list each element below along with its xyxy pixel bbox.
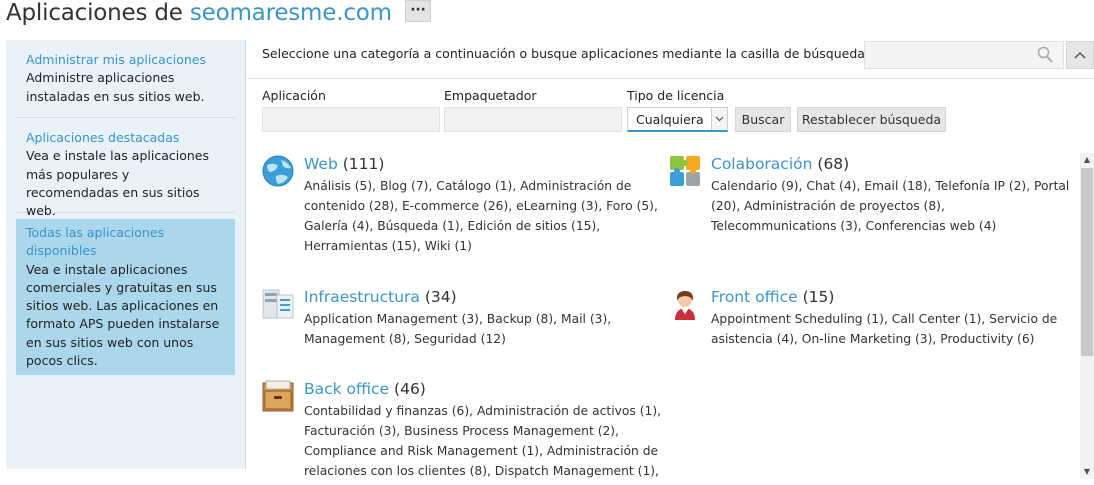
puzzle-icon <box>670 156 700 186</box>
sidebar-item-desc: Administre aplicaciones instaladas en su… <box>26 70 205 104</box>
application-input[interactable] <box>262 107 440 132</box>
sidebar-item-link[interactable]: Todas las aplicaciones disponibles <box>26 224 225 261</box>
vertical-scrollbar[interactable]: ▲ ▼ <box>1080 153 1094 479</box>
category-title[interactable]: Web (111) <box>304 154 664 174</box>
sidebar-item-manage-apps[interactable]: Administrar mis aplicaciones Administre … <box>16 51 235 118</box>
category-collaboration: Colaboración (68) Calendario (9), Chat (… <box>670 154 1071 236</box>
category-back-office: Back office (46) Contabilidad y finanzas… <box>262 379 664 481</box>
search-input[interactable] <box>864 41 1064 69</box>
category-title[interactable]: Front office (15) <box>711 287 1071 307</box>
divider <box>247 78 1094 79</box>
more-actions-button[interactable]: ··· <box>404 0 431 22</box>
server-icon <box>262 289 294 319</box>
chevron-up-icon <box>1074 51 1086 59</box>
scroll-up-icon[interactable]: ▲ <box>1080 153 1094 167</box>
sidebar-item-featured-apps[interactable]: Aplicaciones destacadas Vea e instale la… <box>16 129 235 218</box>
category-title[interactable]: Colaboración (68) <box>711 154 1071 174</box>
category-web: Web (111) Análisis (5), Blog (7), Catálo… <box>262 154 664 256</box>
license-select-value: Cualquiera <box>636 112 704 127</box>
category-front-office: Front office (15) Appointment Scheduling… <box>675 287 1071 349</box>
sidebar-item-link[interactable]: Administrar mis aplicaciones <box>26 51 225 69</box>
reset-search-button[interactable]: Restablecer búsqueda <box>797 107 946 132</box>
collapse-button[interactable] <box>1066 41 1094 69</box>
scroll-down-icon[interactable]: ▼ <box>1080 465 1094 479</box>
application-label: Aplicación <box>262 88 326 103</box>
category-subcategories[interactable]: Appointment Scheduling (1), Call Center … <box>711 309 1071 349</box>
sidebar: Administrar mis aplicaciones Administre … <box>6 40 246 469</box>
category-count: (111) <box>342 155 385 173</box>
category-subcategories[interactable]: Contabilidad y finanzas (6), Administrac… <box>304 401 664 481</box>
category-title[interactable]: Back office (46) <box>304 379 664 399</box>
drawer-icon <box>262 380 294 412</box>
packager-label: Empaquetador <box>444 88 537 103</box>
sidebar-item-link[interactable]: Aplicaciones destacadas <box>26 129 225 147</box>
category-name[interactable]: Colaboración <box>711 155 812 173</box>
person-icon <box>675 291 695 320</box>
packager-input[interactable] <box>444 107 622 132</box>
chevron-down-icon <box>711 108 727 130</box>
search-button[interactable]: Buscar <box>735 107 791 132</box>
sidebar-item-all-apps[interactable]: Todas las aplicaciones disponibles Vea e… <box>16 219 235 375</box>
search-prompt: Seleccione una categoría a continuación … <box>262 46 865 61</box>
page-title-prefix: Aplicaciones de <box>6 0 183 26</box>
category-count: (15) <box>802 288 835 306</box>
sidebar-item-desc: Vea e instale aplicaciones comerciales y… <box>26 261 220 369</box>
page-title: Aplicaciones de seomaresme.com ··· <box>6 0 431 30</box>
category-count: (68) <box>817 155 850 173</box>
category-infrastructure: Infraestructura (34) Application Managem… <box>262 287 664 349</box>
main-content: Seleccione una categoría a continuación … <box>247 40 1094 485</box>
category-name[interactable]: Infraestructura <box>304 288 420 306</box>
search-icon[interactable] <box>1037 46 1053 64</box>
sidebar-item-desc: Vea e instale las aplicaciones más popul… <box>26 148 209 219</box>
category-subcategories[interactable]: Análisis (5), Blog (7), Catálogo (1), Ad… <box>304 176 664 256</box>
category-subcategories[interactable]: Application Management (3), Backup (8), … <box>304 309 664 349</box>
category-count: (46) <box>394 380 426 398</box>
category-count: (34) <box>424 288 457 306</box>
category-title[interactable]: Infraestructura (34) <box>304 287 664 307</box>
license-select[interactable]: Cualquiera <box>627 107 728 132</box>
category-name[interactable]: Front office <box>711 288 798 306</box>
category-subcategories[interactable]: Calendario (9), Chat (4), Email (18), Te… <box>711 176 1071 236</box>
category-name[interactable]: Back office <box>304 380 389 398</box>
category-name[interactable]: Web <box>304 155 338 173</box>
license-label: Tipo de licencia <box>627 88 725 103</box>
globe-icon <box>262 155 294 187</box>
scrollbar-thumb[interactable] <box>1081 168 1093 356</box>
domain-name: seomaresme.com <box>189 0 392 26</box>
